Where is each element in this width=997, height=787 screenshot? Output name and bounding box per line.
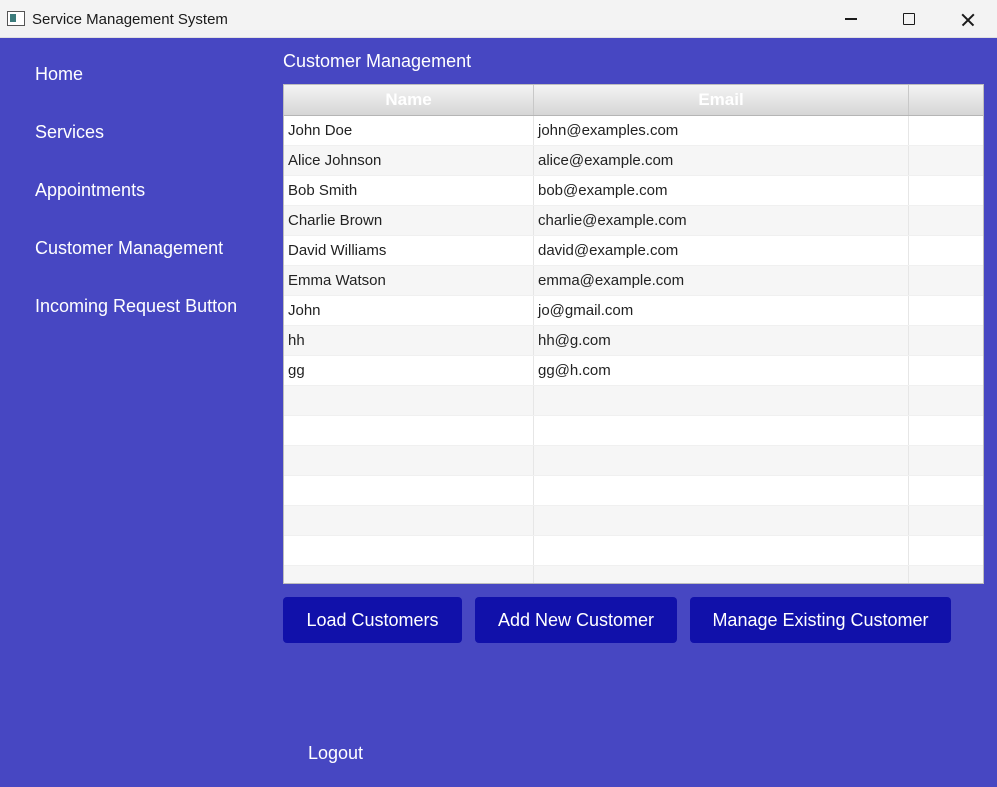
table-row[interactable]: David Williams david@example.com xyxy=(284,236,983,266)
table-cell xyxy=(909,116,983,145)
table-cell: charlie@example.com xyxy=(534,206,909,235)
customer-table[interactable]: Name Email John Doe john@examples.com Alic… xyxy=(283,84,984,584)
table-cell xyxy=(909,236,983,265)
column-header-name[interactable]: Name xyxy=(284,85,534,115)
table-cell xyxy=(534,416,909,445)
table-cell xyxy=(909,536,983,565)
table-cell xyxy=(909,296,983,325)
logout-button[interactable]: Logout xyxy=(308,743,363,764)
table-row[interactable] xyxy=(284,476,983,506)
minimize-icon[interactable] xyxy=(822,0,880,38)
window-title: Service Management System xyxy=(32,11,228,28)
table-row[interactable] xyxy=(284,386,983,416)
table-cell: david@example.com xyxy=(534,236,909,265)
table-cell: gg xyxy=(284,356,534,385)
table-cell xyxy=(534,566,909,583)
manage-existing-customer-button[interactable]: Manage Existing Customer xyxy=(690,597,951,643)
column-header-extra[interactable] xyxy=(909,85,983,115)
table-cell xyxy=(909,266,983,295)
table-cell: hh xyxy=(284,326,534,355)
table-cell xyxy=(909,326,983,355)
table-header: Name Email xyxy=(284,85,983,116)
table-cell xyxy=(909,386,983,415)
table-cell xyxy=(909,176,983,205)
table-cell xyxy=(284,416,534,445)
table-cell xyxy=(909,506,983,535)
table-body: John Doe john@examples.com Alice Johnson al… xyxy=(284,116,983,583)
nav-incoming-request-button[interactable]: Incoming Request Button xyxy=(35,296,237,317)
table-cell xyxy=(534,386,909,415)
table-cell xyxy=(534,476,909,505)
table-cell xyxy=(284,536,534,565)
table-row[interactable]: Emma Watson emma@example.com xyxy=(284,266,983,296)
nav-home[interactable]: Home xyxy=(35,64,83,85)
table-row[interactable] xyxy=(284,566,983,583)
table-cell: emma@example.com xyxy=(534,266,909,295)
table-cell: John xyxy=(284,296,534,325)
table-row[interactable] xyxy=(284,536,983,566)
table-cell xyxy=(284,386,534,415)
table-cell xyxy=(909,566,983,583)
table-cell: john@examples.com xyxy=(534,116,909,145)
title-bar: Service Management System xyxy=(0,0,997,38)
nav-services[interactable]: Services xyxy=(35,122,104,143)
table-cell xyxy=(534,446,909,475)
table-row[interactable]: Bob Smith bob@example.com xyxy=(284,176,983,206)
table-cell: gg@h.com xyxy=(534,356,909,385)
add-new-customer-button[interactable]: Add New Customer xyxy=(475,597,677,643)
table-cell: jo@gmail.com xyxy=(534,296,909,325)
table-cell xyxy=(909,356,983,385)
table-row[interactable] xyxy=(284,446,983,476)
table-cell: hh@g.com xyxy=(534,326,909,355)
table-cell: Charlie Brown xyxy=(284,206,534,235)
nav-appointments[interactable]: Appointments xyxy=(35,180,145,201)
table-row[interactable]: Charlie Brown charlie@example.com xyxy=(284,206,983,236)
table-row[interactable] xyxy=(284,416,983,446)
table-row[interactable]: hh hh@g.com xyxy=(284,326,983,356)
table-cell xyxy=(909,446,983,475)
table-cell xyxy=(284,506,534,535)
table-cell xyxy=(284,446,534,475)
nav-customer-management[interactable]: Customer Management xyxy=(35,238,223,259)
table-row[interactable] xyxy=(284,506,983,536)
table-cell xyxy=(909,206,983,235)
table-cell: David Williams xyxy=(284,236,534,265)
table-cell xyxy=(534,506,909,535)
table-cell xyxy=(534,536,909,565)
table-cell: John Doe xyxy=(284,116,534,145)
table-cell: alice@example.com xyxy=(534,146,909,175)
table-cell: Bob Smith xyxy=(284,176,534,205)
app-window-icon xyxy=(7,11,25,26)
table-cell: bob@example.com xyxy=(534,176,909,205)
table-row[interactable]: Alice Johnson alice@example.com xyxy=(284,146,983,176)
table-row[interactable]: gg gg@h.com xyxy=(284,356,983,386)
table-row[interactable]: John Doe john@examples.com xyxy=(284,116,983,146)
table-cell xyxy=(909,476,983,505)
table-cell: Emma Watson xyxy=(284,266,534,295)
table-cell: Alice Johnson xyxy=(284,146,534,175)
table-cell xyxy=(909,416,983,445)
table-cell xyxy=(909,146,983,175)
table-cell xyxy=(284,566,534,583)
table-cell xyxy=(284,476,534,505)
column-header-email[interactable]: Email xyxy=(534,85,909,115)
load-customers-button[interactable]: Load Customers xyxy=(283,597,462,643)
table-row[interactable]: John jo@gmail.com xyxy=(284,296,983,326)
maximize-icon[interactable] xyxy=(880,0,938,38)
close-icon[interactable] xyxy=(938,0,996,38)
page-title: Customer Management xyxy=(283,51,472,71)
